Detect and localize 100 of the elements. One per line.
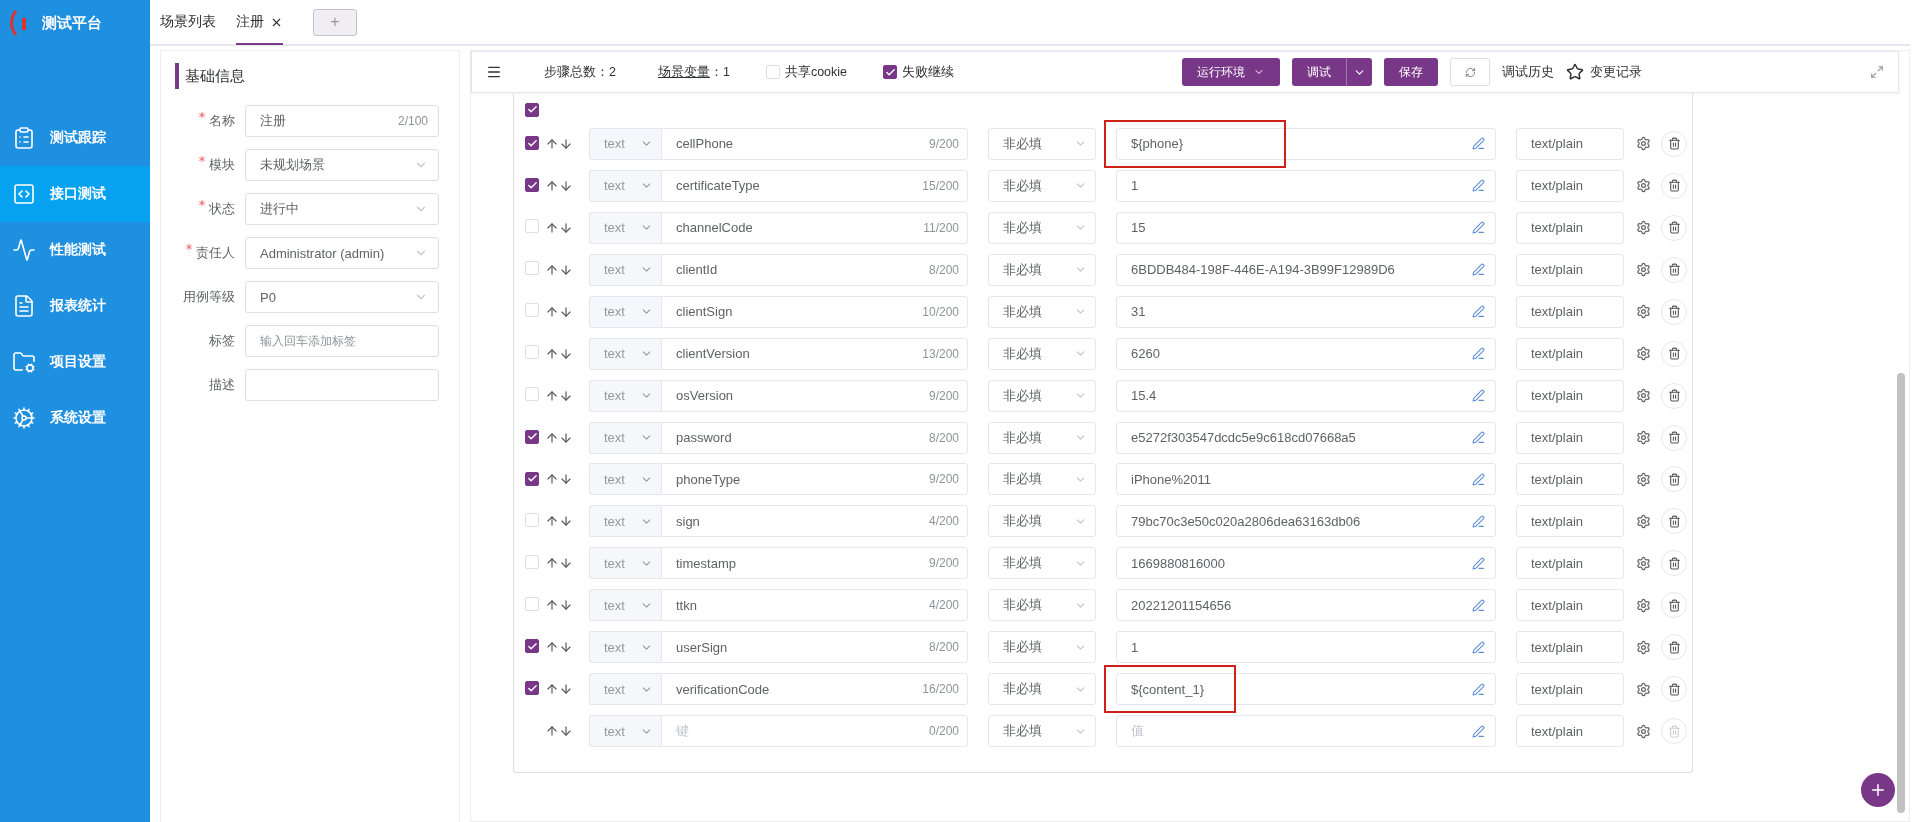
key-field[interactable]: sign 4/200 [661,505,968,538]
key-field[interactable]: channelCode 11/200 [661,211,968,244]
content-type-field[interactable]: text/plain [1516,379,1624,412]
content-type-field[interactable]: text/plain [1516,127,1624,160]
menu-icon[interactable] [486,64,502,80]
checkbox[interactable] [525,178,539,193]
edit-icon[interactable] [1472,221,1485,235]
required-select[interactable]: 非必填 [988,715,1096,748]
value-field[interactable]: 31 [1116,295,1496,328]
required-select[interactable]: 非必填 [988,169,1096,202]
delete-button[interactable] [1661,634,1687,661]
move-up-icon[interactable] [545,262,559,277]
move-down-icon[interactable] [559,388,573,403]
checkbox[interactable] [883,65,898,79]
key-field[interactable]: phoneType 9/200 [661,463,968,496]
star-icon[interactable] [1566,63,1585,81]
key-field[interactable]: timestamp 9/200 [661,547,968,580]
tab[interactable]: 注册 [236,1,283,45]
checkbox[interactable] [525,639,539,654]
key-field[interactable]: clientVersion 13/200 [661,337,968,370]
content-type-field[interactable]: text/plain [1516,211,1624,244]
edit-icon[interactable] [1472,682,1485,696]
content-type-field[interactable]: text/plain [1516,253,1624,286]
change-log-link[interactable]: 变更记录 [1590,63,1643,81]
value-field[interactable]: 6BDDB484-198F-446E-A194-3B99F12989D6 [1116,253,1496,286]
key-field[interactable]: ttkn 4/200 [661,589,968,622]
move-down-icon[interactable] [559,556,573,571]
move-up-icon[interactable] [545,220,559,235]
value-field[interactable]: 15.4 [1116,379,1496,412]
delete-button[interactable] [1661,592,1687,619]
content-type-field[interactable]: text/plain [1516,631,1624,664]
value-field[interactable]: ${content_1} [1116,673,1496,706]
required-select[interactable]: 非必填 [988,505,1096,538]
move-down-icon[interactable] [559,304,573,319]
move-up-icon[interactable] [545,430,559,445]
move-down-icon[interactable] [559,472,573,487]
value-field[interactable]: 1 [1116,631,1496,664]
expand-icon[interactable] [1870,65,1884,79]
move-up-icon[interactable] [545,472,559,487]
value-field[interactable]: 1 [1116,169,1496,202]
key-field[interactable]: userSign 8/200 [661,631,968,664]
settings-icon[interactable] [1636,220,1651,236]
settings-icon[interactable] [1636,430,1651,445]
delete-button[interactable] [1661,466,1687,493]
edit-icon[interactable] [1472,179,1485,193]
content-type-field[interactable]: text/plain [1516,547,1624,580]
move-up-icon[interactable] [545,640,559,655]
value-field[interactable]: e5272f303547dcdc5e9c618cd07668a5 [1116,421,1496,454]
nav-item[interactable]: 项目设置 [0,334,150,390]
select-field[interactable]: Administrator (admin) [245,237,439,269]
delete-button[interactable] [1661,172,1687,199]
move-up-icon[interactable] [545,682,559,697]
add-step-button[interactable] [1861,773,1895,807]
move-up-icon[interactable] [545,556,559,571]
move-down-icon[interactable] [559,136,573,151]
settings-icon[interactable] [1636,513,1651,529]
nav-item[interactable]: 性能测试 [0,222,150,278]
delete-button[interactable] [1661,676,1687,703]
required-select[interactable]: 非必填 [988,631,1096,664]
move-up-icon[interactable] [545,598,559,613]
delete-button[interactable] [1661,550,1687,577]
delete-button[interactable] [1661,424,1687,451]
tag-input[interactable]: 输入回车添加标签 [245,325,439,357]
edit-icon[interactable] [1472,263,1485,277]
settings-icon[interactable] [1636,723,1651,739]
settings-icon[interactable] [1636,388,1651,404]
move-up-icon[interactable] [545,514,559,529]
move-down-icon[interactable] [559,514,573,529]
settings-icon[interactable] [1636,136,1651,152]
move-down-icon[interactable] [559,346,573,361]
required-select[interactable]: 非必填 [988,547,1096,580]
select-field[interactable]: 未规划场景 [245,149,439,181]
edit-icon[interactable] [1472,389,1485,403]
checkbox[interactable] [525,681,539,696]
required-select[interactable]: 非必填 [988,211,1096,244]
name-field[interactable]: 注册 2/100 [245,105,439,137]
value-field[interactable]: 15 [1116,211,1496,244]
checkbox[interactable] [525,103,539,117]
edit-icon[interactable] [1472,598,1485,612]
delete-button[interactable] [1661,130,1687,157]
move-down-icon[interactable] [559,220,573,235]
key-field[interactable]: osVersion 9/200 [661,379,968,412]
delete-button[interactable] [1661,508,1687,535]
settings-icon[interactable] [1636,178,1651,194]
settings-icon[interactable] [1636,262,1651,278]
move-up-icon[interactable] [545,304,559,319]
move-down-icon[interactable] [559,262,573,277]
value-field[interactable]: 6260 [1116,337,1496,370]
required-select[interactable]: 非必填 [988,337,1096,370]
environment-button[interactable]: 运行环境 [1182,58,1281,86]
required-select[interactable]: 非必填 [988,295,1096,328]
content-type-field[interactable]: text/plain [1516,715,1624,748]
save-button[interactable]: 保存 [1384,58,1439,86]
key-field[interactable]: clientSign 10/200 [661,295,968,328]
debug-button[interactable]: 调试 [1292,58,1373,86]
value-field[interactable]: 1669880816000 [1116,547,1496,580]
settings-icon[interactable] [1636,555,1651,571]
key-field[interactable]: cellPhone 9/200 [661,127,968,160]
required-select[interactable]: 非必填 [988,379,1096,412]
checkbox[interactable] [525,471,539,486]
